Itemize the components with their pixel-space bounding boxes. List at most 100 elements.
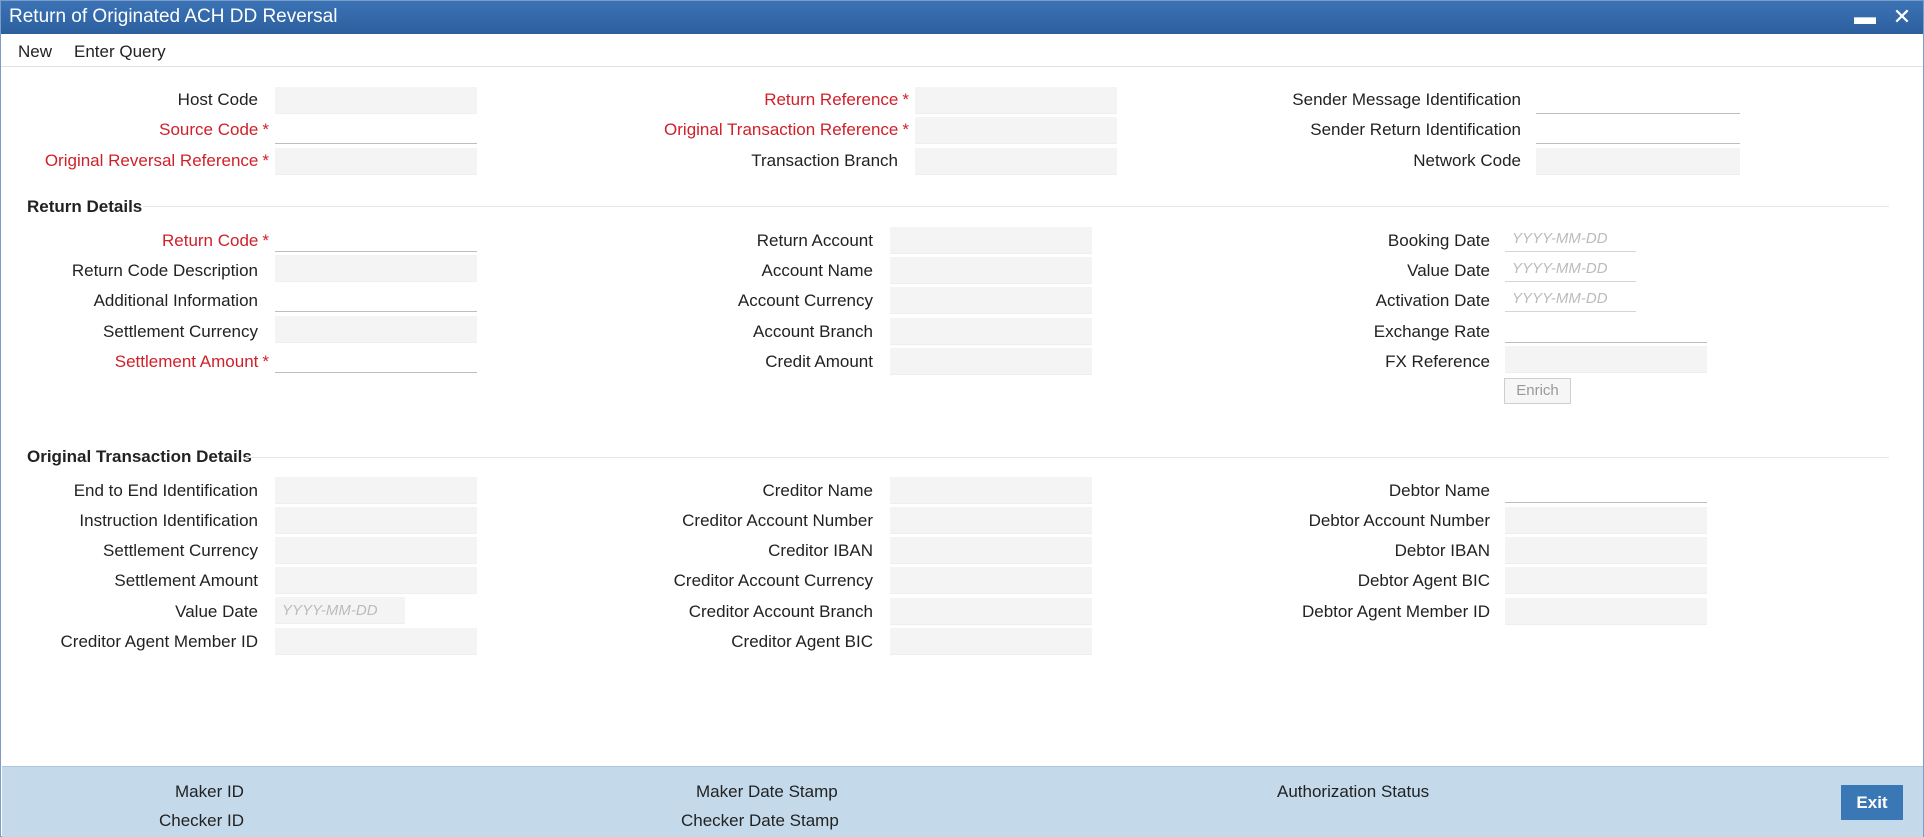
return-account-label: Return Account (756, 231, 873, 250)
debtor-iban-field[interactable] (1505, 537, 1707, 564)
sender-return-identification-label: Sender Return Identification (1310, 120, 1521, 139)
creditor-account-currency-label: Creditor Account Currency (673, 571, 873, 590)
debtor-agent-member-id-field[interactable] (1505, 598, 1707, 625)
original-transaction-details-title: Original Transaction Details (27, 447, 252, 466)
audit-footer: Maker ID Checker ID Maker Date Stamp Che… (2, 766, 1923, 837)
transaction-branch-label: Transaction Branch (751, 151, 898, 170)
end-to-end-identification-label: End to End Identification (73, 481, 258, 500)
additional-information-label: Additional Information (93, 291, 258, 310)
account-branch-label: Account Branch (752, 322, 873, 341)
return-reference-field[interactable] (915, 87, 1117, 114)
instruction-identification-field[interactable] (275, 507, 477, 534)
fx-reference-label: FX Reference (1385, 352, 1490, 371)
credit-amount-label: Credit Amount (765, 352, 873, 371)
network-code-field[interactable] (1536, 148, 1740, 175)
required-marker: * (262, 231, 269, 250)
original-transaction-reference-field[interactable] (915, 117, 1117, 144)
close-icon[interactable]: ✕ (1889, 3, 1915, 31)
new-menu-item[interactable]: New (18, 42, 52, 62)
credit-amount-field[interactable] (890, 348, 1092, 375)
return-details-title: Return Details (27, 197, 143, 216)
form-window: Return of Originated ACH DD Reversal ▬ ✕… (0, 0, 1924, 837)
additional-information-field[interactable] (275, 285, 477, 312)
required-marker: * (262, 120, 269, 139)
section-divider (143, 206, 1889, 207)
debtor-agent-member-id-label: Debtor Agent Member ID (1301, 602, 1490, 621)
enter-query-menu-item[interactable]: Enter Query (74, 42, 166, 62)
account-name-field[interactable] (890, 257, 1092, 284)
minimize-icon[interactable]: ▬ (1852, 3, 1878, 31)
exit-button[interactable]: Exit (1841, 785, 1903, 820)
host-code-field[interactable] (275, 87, 477, 114)
booking-date-field[interactable]: YYYY-MM-DD (1505, 225, 1636, 252)
account-currency-field[interactable] (890, 287, 1092, 314)
host-code-label: Host Code (177, 90, 258, 109)
account-name-label: Account Name (761, 261, 874, 280)
exchange-rate-label: Exchange Rate (1373, 322, 1490, 341)
transaction-branch-field[interactable] (915, 148, 1117, 175)
creditor-account-number-label: Creditor Account Number (682, 511, 873, 530)
booking-date-label: Booking Date (1387, 231, 1490, 250)
original-transaction-reference-label: Original Transaction Reference * (664, 120, 909, 139)
creditor-agent-bic-label: Creditor Agent BIC (731, 632, 873, 651)
creditor-account-currency-field[interactable] (890, 567, 1092, 594)
original-settlement-currency-label: Settlement Currency (103, 541, 258, 560)
debtor-account-number-field[interactable] (1505, 507, 1707, 534)
return-code-description-field[interactable] (275, 255, 477, 282)
original-reversal-reference-label: Original Reversal Reference * (44, 151, 269, 170)
original-settlement-currency-field[interactable] (275, 537, 477, 564)
activation-date-label: Activation Date (1375, 291, 1490, 310)
section-divider (245, 457, 1889, 458)
return-account-field[interactable] (890, 227, 1092, 254)
creditor-iban-label: Creditor IBAN (768, 541, 873, 560)
original-value-date-label: Value Date (175, 602, 258, 621)
maker-id-label: Maker ID (175, 782, 244, 801)
return-code-description-label: Return Code Description (71, 261, 258, 280)
account-branch-field[interactable] (890, 318, 1092, 345)
value-date-label: Value Date (1407, 261, 1490, 280)
original-settlement-amount-field[interactable] (275, 567, 477, 594)
authorization-status-label: Authorization Status (1277, 782, 1430, 801)
debtor-account-number-label: Debtor Account Number (1308, 511, 1490, 530)
instruction-identification-label: Instruction Identification (79, 511, 258, 530)
required-marker: * (262, 352, 269, 371)
creditor-agent-member-id-field[interactable] (275, 628, 477, 655)
sender-message-identification-label: Sender Message Identification (1292, 90, 1521, 109)
maker-date-stamp-label: Maker Date Stamp (696, 782, 838, 801)
source-code-label: Source Code * (159, 120, 269, 139)
original-reversal-reference-field[interactable] (275, 148, 477, 175)
required-marker: * (262, 151, 269, 170)
settlement-amount-label: Settlement Amount * (114, 352, 269, 371)
creditor-iban-field[interactable] (890, 537, 1092, 564)
end-to-end-identification-field[interactable] (275, 477, 477, 504)
return-code-field[interactable] (275, 225, 477, 252)
creditor-account-branch-field[interactable] (890, 598, 1092, 625)
settlement-currency-field[interactable] (275, 316, 477, 343)
required-marker: * (902, 90, 909, 109)
sender-message-identification-field[interactable] (1536, 87, 1740, 114)
settlement-currency-label: Settlement Currency (103, 322, 258, 341)
debtor-name-label: Debtor Name (1388, 481, 1490, 500)
value-date-field[interactable]: YYYY-MM-DD (1505, 255, 1636, 282)
source-code-field[interactable] (275, 117, 477, 144)
menu-bar: New Enter Query (1, 35, 1923, 67)
return-code-label: Return Code * (161, 231, 269, 250)
debtor-agent-bic-field[interactable] (1505, 567, 1707, 594)
exchange-rate-field[interactable] (1505, 316, 1707, 343)
creditor-account-branch-label: Creditor Account Branch (688, 602, 873, 621)
sender-return-identification-field[interactable] (1536, 117, 1740, 144)
fx-reference-field[interactable] (1505, 346, 1707, 373)
settlement-amount-field[interactable] (275, 346, 477, 373)
original-value-date-field[interactable]: YYYY-MM-DD (275, 597, 405, 624)
required-marker: * (902, 120, 909, 139)
creditor-account-number-field[interactable] (890, 507, 1092, 534)
creditor-name-field[interactable] (890, 477, 1092, 504)
checker-id-label: Checker ID (159, 811, 245, 830)
window-title: Return of Originated ACH DD Reversal (9, 6, 338, 27)
creditor-agent-member-id-label: Creditor Agent Member ID (60, 632, 258, 651)
creditor-agent-bic-field[interactable] (890, 628, 1092, 655)
enrich-button[interactable]: Enrich (1504, 378, 1571, 404)
title-bar: Return of Originated ACH DD Reversal ▬ ✕ (1, 1, 1923, 34)
debtor-name-field[interactable] (1505, 476, 1707, 503)
activation-date-field[interactable]: YYYY-MM-DD (1505, 285, 1636, 312)
